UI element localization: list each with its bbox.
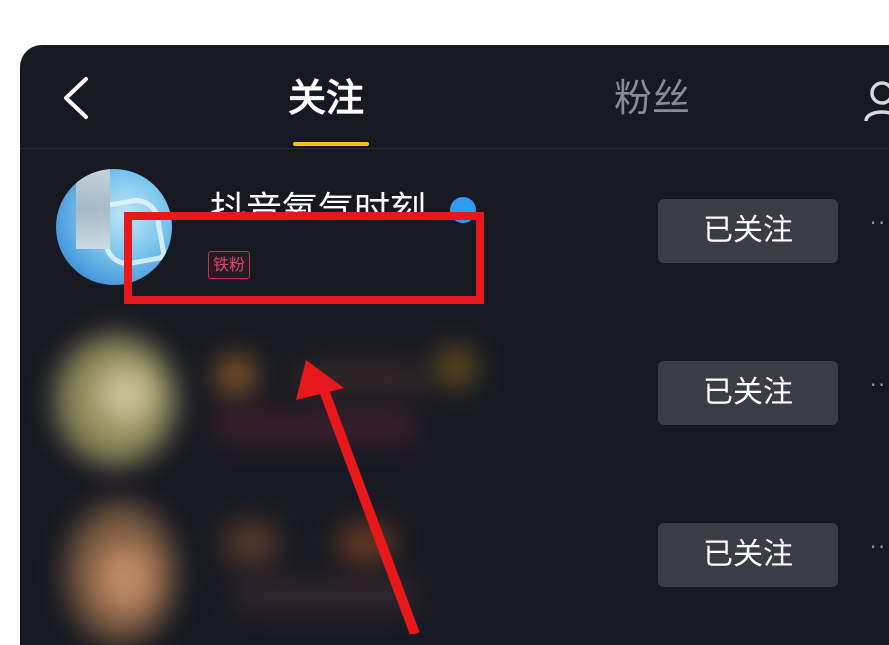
annotation-arrow — [296, 360, 420, 634]
